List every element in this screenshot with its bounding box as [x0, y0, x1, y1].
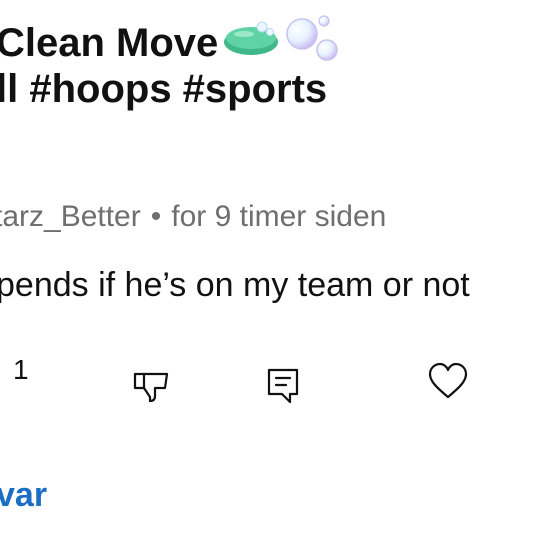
soap-icon: [222, 21, 280, 64]
comment-meta: tarz_Better • for 9 timer siden: [0, 202, 386, 232]
like-count: 1: [13, 354, 29, 385]
post-title-line-2: ll #hoops #sports: [0, 67, 328, 111]
heart-icon: [428, 362, 468, 406]
reply-button[interactable]: [266, 366, 300, 411]
comment-text: pends if he’s on my team or not: [0, 266, 470, 304]
bubbles-icon: [284, 14, 342, 71]
meta-separator: •: [150, 200, 162, 233]
dislike-button[interactable]: [131, 366, 171, 411]
post-title-text: Clean Move: [0, 20, 219, 65]
reply-link[interactable]: var: [0, 478, 47, 512]
comment-timestamp: for 9 timer siden: [171, 200, 387, 233]
post-title-line-1: Clean Move: [0, 14, 342, 71]
like-button[interactable]: [428, 362, 468, 407]
dislike-icon: [131, 372, 171, 410]
comment-author[interactable]: tarz_Better: [0, 200, 141, 233]
comment-icon: [266, 368, 300, 410]
